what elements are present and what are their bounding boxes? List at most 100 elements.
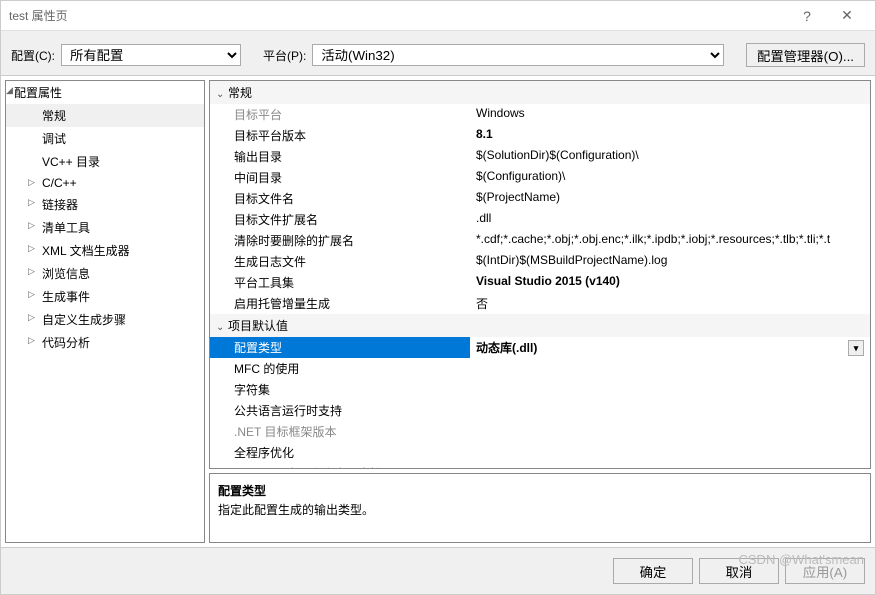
dropdown-button[interactable]: ▾ xyxy=(848,340,864,356)
property-label: 输出目录 xyxy=(210,146,470,167)
property-value[interactable]: 否 xyxy=(470,293,870,314)
tree-item-label: 调试 xyxy=(42,132,66,146)
property-row[interactable]: 配置类型动态库(.dll)▾ xyxy=(210,337,870,358)
property-value[interactable] xyxy=(470,463,870,469)
property-value[interactable]: Visual Studio 2015 (v140) xyxy=(470,272,870,293)
group-header[interactable]: ⌄项目默认值 xyxy=(210,314,870,337)
tree-item-label: VC++ 目录 xyxy=(42,155,100,169)
dialog-footer: 确定 取消 应用(A) xyxy=(1,547,875,594)
cancel-button[interactable]: 取消 xyxy=(699,558,779,584)
group-header[interactable]: ⌄常规 xyxy=(210,81,870,104)
property-row[interactable]: 中间目录$(Configuration)\ xyxy=(210,167,870,188)
help-button[interactable]: ? xyxy=(787,8,827,24)
property-row[interactable]: .NET 目标框架版本 xyxy=(210,421,870,442)
property-value[interactable]: 8.1 xyxy=(470,125,870,146)
chevron-right-icon: ▷ xyxy=(28,220,35,231)
property-label: MFC 的使用 xyxy=(210,358,470,379)
property-value[interactable] xyxy=(470,400,870,421)
property-row[interactable]: 输出目录$(SolutionDir)$(Configuration)\ xyxy=(210,146,870,167)
chevron-right-icon: ▷ xyxy=(28,266,35,277)
property-value[interactable]: $(Configuration)\ xyxy=(470,167,870,188)
property-value[interactable] xyxy=(470,358,870,379)
config-label: 配置(C): xyxy=(11,47,55,64)
property-label: 全程序优化 xyxy=(210,442,470,463)
chevron-right-icon: ▷ xyxy=(28,289,35,300)
chevron-right-icon: ▷ xyxy=(28,197,35,208)
chevron-down-icon: ⌄ xyxy=(216,322,228,333)
property-row[interactable]: 目标文件名$(ProjectName) xyxy=(210,188,870,209)
property-row[interactable]: 目标平台版本8.1 xyxy=(210,125,870,146)
property-value[interactable]: .dll xyxy=(470,209,870,230)
property-label: 清除时要删除的扩展名 xyxy=(210,230,470,251)
category-tree[interactable]: ◢ 配置属性 常规调试VC++ 目录▷C/C++▷链接器▷清单工具▷XML 文档… xyxy=(5,80,205,543)
tree-item[interactable]: ▷ 清单工具 xyxy=(6,216,204,239)
property-row[interactable]: 全程序优化 xyxy=(210,442,870,463)
tree-item[interactable]: ▷代码分析 xyxy=(6,331,204,354)
property-value[interactable] xyxy=(470,421,870,442)
property-row[interactable]: 清除时要删除的扩展名*.cdf;*.cache;*.obj;*.obj.enc;… xyxy=(210,230,870,251)
property-row[interactable]: 平台工具集Visual Studio 2015 (v140) xyxy=(210,272,870,293)
property-row[interactable]: 生成日志文件$(IntDir)$(MSBuildProjectName).log xyxy=(210,251,870,272)
property-label: 启用托管增量生成 xyxy=(210,293,470,314)
property-label: 目标平台 xyxy=(210,104,470,125)
property-row[interactable]: 公共语言运行时支持 xyxy=(210,400,870,421)
tree-item[interactable]: ▷ 生成事件 xyxy=(6,285,204,308)
close-button[interactable]: ✕ xyxy=(827,7,867,24)
tree-item[interactable]: ▷链接器 xyxy=(6,193,204,216)
property-label: 目标文件名 xyxy=(210,188,470,209)
property-value[interactable]: $(IntDir)$(MSBuildProjectName).log xyxy=(470,251,870,272)
property-row[interactable]: 目标平台Windows xyxy=(210,104,870,125)
apply-button[interactable]: 应用(A) xyxy=(785,558,865,584)
tree-item[interactable]: ▷ 自定义生成步骤 xyxy=(6,308,204,331)
tree-item-label: 自定义生成步骤 xyxy=(42,313,126,327)
tree-item-label: 清单工具 xyxy=(42,221,90,235)
property-label: 平台工具集 xyxy=(210,272,470,293)
description-title: 配置类型 xyxy=(218,482,862,499)
tree-item[interactable]: ▷ C/C++ xyxy=(6,173,204,193)
chevron-right-icon: ▷ xyxy=(28,312,35,323)
property-label: 中间目录 xyxy=(210,167,470,188)
property-value[interactable]: *.cdf;*.cache;*.obj;*.obj.enc;*.ilk;*.ip… xyxy=(470,230,870,251)
property-label: 公共语言运行时支持 xyxy=(210,400,470,421)
property-label: 目标平台版本 xyxy=(210,125,470,146)
property-row[interactable]: 目标文件扩展名.dll xyxy=(210,209,870,230)
property-value[interactable]: 动态库(.dll)▾ xyxy=(470,337,870,358)
property-pages-window: test 属性页 ? ✕ 配置(C): 所有配置 平台(P): 活动(Win32… xyxy=(0,0,876,595)
tree-item[interactable]: 常规 xyxy=(6,104,204,127)
platform-label: 平台(P): xyxy=(263,47,306,64)
main-panel: ⌄常规目标平台Windows目标平台版本8.1输出目录$(SolutionDir… xyxy=(209,80,871,543)
property-grid[interactable]: ⌄常规目标平台Windows目标平台版本8.1输出目录$(SolutionDir… xyxy=(209,80,871,469)
property-label: 目标文件扩展名 xyxy=(210,209,470,230)
tree-item[interactable]: ▷XML 文档生成器 xyxy=(6,239,204,262)
property-label: 字符集 xyxy=(210,379,470,400)
property-value[interactable]: $(ProjectName) xyxy=(470,188,870,209)
tree-item-label: 生成事件 xyxy=(42,290,90,304)
property-value[interactable]: Windows xyxy=(470,104,870,125)
platform-select[interactable]: 活动(Win32) xyxy=(312,44,724,66)
property-value[interactable] xyxy=(470,442,870,463)
chevron-right-icon: ▷ xyxy=(28,177,35,188)
property-row[interactable]: MFC 的使用 xyxy=(210,358,870,379)
content-area: ◢ 配置属性 常规调试VC++ 目录▷C/C++▷链接器▷清单工具▷XML 文档… xyxy=(1,75,875,547)
description-box: 配置类型 指定此配置生成的输出类型。 xyxy=(209,473,871,543)
tree-item-label: 浏览信息 xyxy=(42,267,90,281)
tree-root[interactable]: ◢ 配置属性 xyxy=(6,81,204,104)
config-select[interactable]: 所有配置 xyxy=(61,44,241,66)
property-row[interactable]: Windows 应用商店应用支持 xyxy=(210,463,870,469)
property-value[interactable]: $(SolutionDir)$(Configuration)\ xyxy=(470,146,870,167)
property-value[interactable] xyxy=(470,379,870,400)
property-label: Windows 应用商店应用支持 xyxy=(210,463,470,469)
tree-item[interactable]: ▷ 浏览信息 xyxy=(6,262,204,285)
property-row[interactable]: 字符集 xyxy=(210,379,870,400)
tree-item[interactable]: 调试 xyxy=(6,127,204,150)
property-label: 配置类型 xyxy=(210,337,470,358)
tree-item-label: XML 文档生成器 xyxy=(42,244,130,258)
chevron-right-icon: ▷ xyxy=(28,335,35,346)
property-row[interactable]: 启用托管增量生成否 xyxy=(210,293,870,314)
tree-item[interactable]: VC++ 目录 xyxy=(6,150,204,173)
tree-item-label: C/C++ xyxy=(42,176,77,190)
ok-button[interactable]: 确定 xyxy=(613,558,693,584)
tree-item-label: 常规 xyxy=(42,109,66,123)
config-manager-button[interactable]: 配置管理器(O)... xyxy=(746,43,865,67)
titlebar: test 属性页 ? ✕ xyxy=(1,1,875,31)
